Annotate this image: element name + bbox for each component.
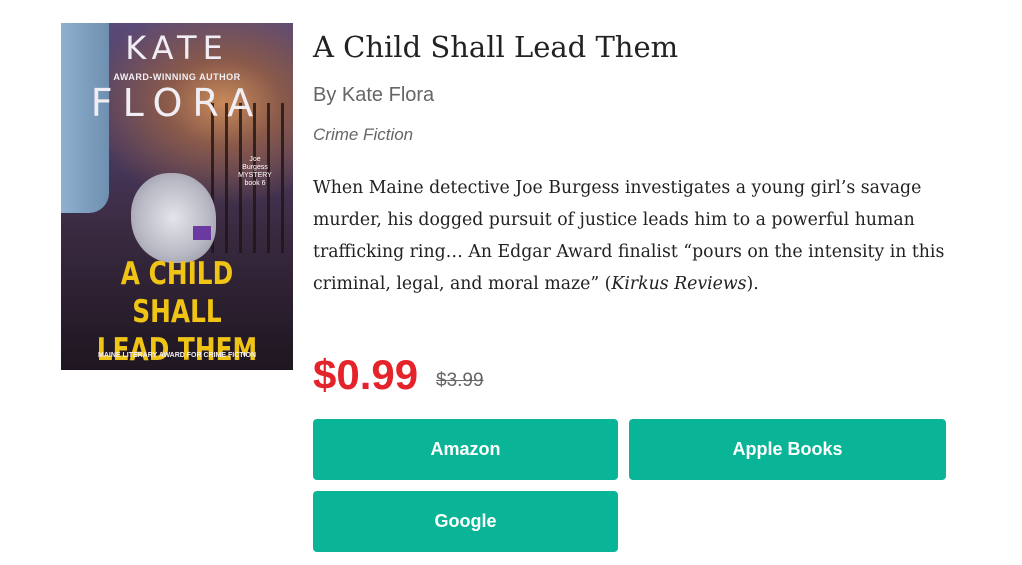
description-end: ). — [746, 274, 759, 294]
google-button[interactable]: Google — [313, 491, 618, 552]
cover-series-line: Joe — [249, 156, 261, 163]
apple-books-button[interactable]: Apple Books — [629, 419, 946, 480]
cover-series: Joe Burgess MYSTERY book 6 — [225, 156, 285, 188]
cover-author-last: FLORA — [90, 81, 264, 125]
book-author: By Kate Flora — [313, 84, 435, 106]
cover-teddy-bow — [193, 226, 211, 240]
book-genre: Crime Fiction — [313, 125, 414, 144]
sale-price: $0.99 — [313, 351, 419, 398]
cover-title-line: LEAD THEM — [96, 332, 258, 368]
amazon-button[interactable]: Amazon — [313, 419, 618, 480]
book-description: When Maine detective Joe Burgess investi… — [313, 172, 953, 300]
cover-series-line: MYSTERY — [238, 172, 272, 179]
cover-author-first: KATE — [125, 29, 229, 67]
book-title: A Child Shall Lead Them — [313, 30, 679, 64]
cover-title-line: A CHILD SHALL — [120, 256, 234, 330]
cover-series-line: book 6 — [244, 180, 266, 187]
cover-teddy-bear — [131, 173, 216, 263]
original-price: $3.99 — [436, 370, 484, 391]
cover-award: MAINE LITERARY AWARD FOR CRIME FICTION — [97, 352, 257, 359]
cover-series-line: Burgess — [242, 164, 268, 171]
description-source: Kirkus Reviews — [611, 274, 747, 294]
book-cover[interactable]: KATE AWARD-WINNING AUTHOR FLORA Joe Burg… — [61, 23, 293, 370]
